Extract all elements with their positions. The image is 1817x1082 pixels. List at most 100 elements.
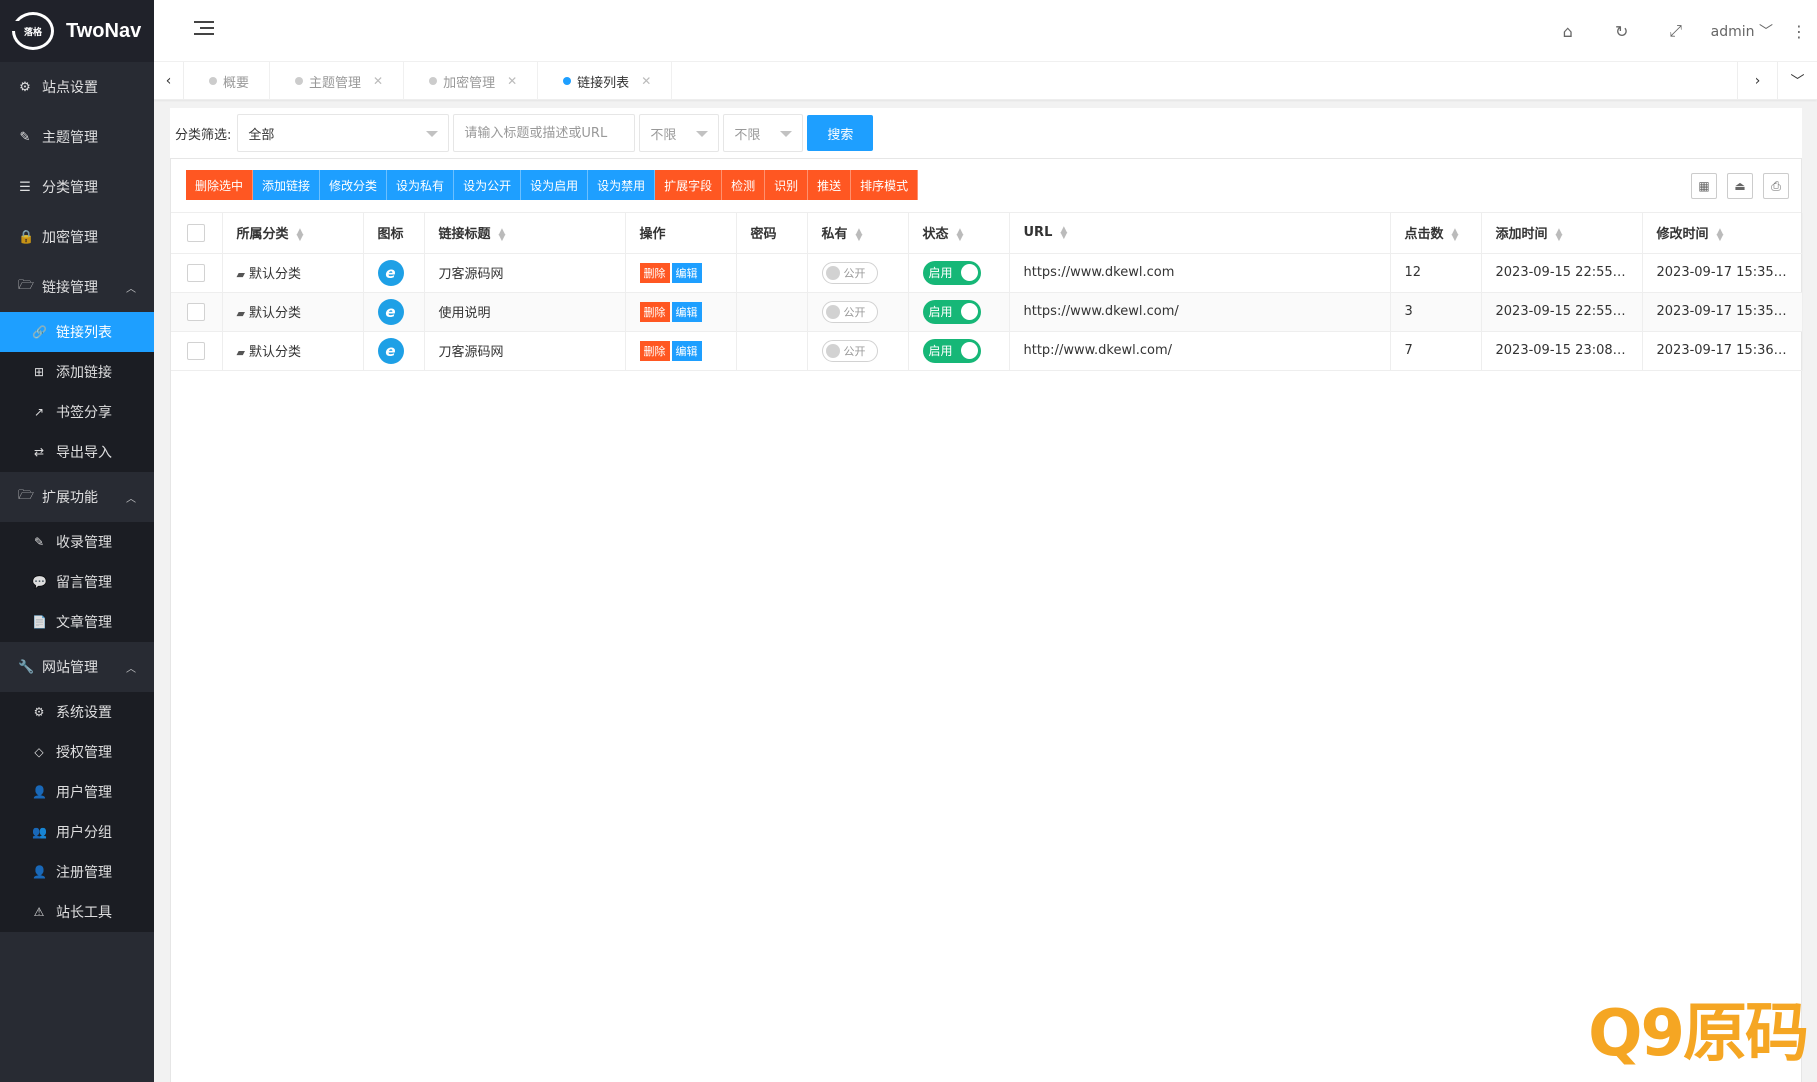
- user-menu[interactable]: admin ﹀: [1711, 21, 1773, 41]
- sidebar-item-license[interactable]: ◇ 授权管理: [0, 732, 154, 772]
- menu-toggle-icon[interactable]: [194, 21, 214, 39]
- logo[interactable]: 落格 TwoNav: [0, 0, 154, 62]
- change-category-button[interactable]: 修改分类: [320, 170, 388, 200]
- sidebar-item-webmaster-tools[interactable]: ⚠ 站长工具: [0, 892, 154, 932]
- clicks-cell: 12: [1390, 253, 1482, 293]
- row-delete-button[interactable]: 删除: [639, 262, 670, 283]
- sidebar-item-user-groups[interactable]: 👥 用户分组: [0, 812, 154, 852]
- tab-overview[interactable]: 概要: [184, 62, 271, 100]
- identify-button[interactable]: 识别: [765, 170, 809, 200]
- sidebar-item-import-export[interactable]: ⇄ 导出导入: [0, 432, 154, 472]
- col-category[interactable]: 所属分类 ▲ ▼: [222, 213, 364, 254]
- col-actions: 操作: [625, 213, 737, 254]
- tabs-scroll-right-icon[interactable]: ›: [1737, 62, 1777, 100]
- private-toggle[interactable]: 公开: [821, 261, 878, 284]
- row-edit-button[interactable]: 编辑: [671, 301, 702, 322]
- home-icon[interactable]: ⌂: [1541, 22, 1595, 41]
- sidebar-item-articles[interactable]: 📄 文章管理: [0, 602, 154, 642]
- delete-selected-button[interactable]: 删除选中: [186, 170, 254, 200]
- row-checkbox[interactable]: [187, 263, 206, 282]
- check-button[interactable]: 检测: [722, 170, 766, 200]
- sidebar-item-collect[interactable]: ✎ 收录管理: [0, 522, 154, 562]
- clicks-text: 3: [1404, 304, 1413, 319]
- filter-select-2[interactable]: 不限: [639, 114, 720, 152]
- category-select[interactable]: 全部: [237, 114, 450, 152]
- sidebar-item-messages[interactable]: 💬 留言管理: [0, 562, 154, 602]
- search-button[interactable]: 搜索: [807, 115, 874, 151]
- col-modified-time[interactable]: 修改时间 ▲ ▼: [1642, 213, 1803, 254]
- sort-icon[interactable]: ▲ ▼: [1717, 227, 1724, 242]
- set-public-button[interactable]: 设为公开: [454, 170, 522, 200]
- category-text: 默认分类: [248, 267, 301, 282]
- sidebar-item-system-settings[interactable]: ⚙ 系统设置: [0, 692, 154, 732]
- url-cell: http://www.dkewl.com/: [1009, 331, 1391, 371]
- sidebar-item-encrypt[interactable]: 🔒 加密管理: [0, 212, 154, 262]
- sort-icon[interactable]: ▲ ▼: [1452, 227, 1459, 242]
- tab-link-list[interactable]: 链接列表 ✕: [538, 62, 673, 100]
- sort-icon[interactable]: ▲ ▼: [1060, 225, 1067, 240]
- sidebar-group-links[interactable]: 🗁 链接管理 ︿: [0, 262, 154, 312]
- sort-icon[interactable]: ▲ ▼: [957, 227, 964, 242]
- close-icon[interactable]: ✕: [507, 74, 517, 88]
- col-label: 链接标题: [438, 227, 491, 243]
- more-vertical-icon[interactable]: ⋮: [1791, 22, 1807, 41]
- sidebar-item-link-list[interactable]: 🔗 链接列表: [0, 312, 154, 352]
- sidebar-item-users[interactable]: 👤 用户管理: [0, 772, 154, 812]
- status-toggle[interactable]: 启用: [922, 299, 981, 324]
- sort-icon[interactable]: ▲ ▼: [499, 227, 506, 242]
- select-all-checkbox[interactable]: [187, 223, 206, 242]
- sidebar-item-theme[interactable]: ✎ 主题管理: [0, 112, 154, 162]
- col-added-time[interactable]: 添加时间 ▲ ▼: [1481, 213, 1643, 254]
- actions-cell: 删除 编辑: [625, 253, 737, 293]
- search-input[interactable]: [453, 114, 636, 152]
- private-toggle[interactable]: 公开: [821, 339, 878, 362]
- tabs-scroll-left-icon[interactable]: ‹: [154, 62, 184, 100]
- row-delete-button[interactable]: 删除: [639, 301, 670, 322]
- status-toggle[interactable]: 启用: [922, 338, 981, 363]
- sidebar-item-site-settings[interactable]: ⚙ 站点设置: [0, 62, 154, 112]
- close-icon[interactable]: ✕: [373, 74, 383, 88]
- col-url[interactable]: URL ▲ ▼: [1009, 213, 1391, 254]
- col-private[interactable]: 私有 ▲ ▼: [807, 213, 909, 254]
- sidebar-item-category[interactable]: ☰ 分类管理: [0, 162, 154, 212]
- chevron-down-icon[interactable]: ﹀: [1777, 62, 1817, 100]
- add-link-button[interactable]: 添加链接: [253, 170, 321, 200]
- export-icon[interactable]: ⏏: [1727, 173, 1753, 199]
- sort-icon[interactable]: ▲ ▼: [1556, 227, 1563, 242]
- set-enabled-button[interactable]: 设为启用: [521, 170, 589, 200]
- refresh-icon[interactable]: ↻: [1595, 22, 1649, 41]
- extend-fields-button[interactable]: 扩展字段: [655, 170, 723, 200]
- sidebar-group-extensions[interactable]: 🗁 扩展功能 ︿: [0, 472, 154, 522]
- col-clicks[interactable]: 点击数 ▲ ▼: [1390, 213, 1482, 254]
- row-checkbox[interactable]: [187, 302, 206, 321]
- sort-mode-button[interactable]: 排序模式: [851, 170, 919, 200]
- sidebar-item-registration[interactable]: 👤 注册管理: [0, 852, 154, 892]
- sidebar-item-label: 加密管理: [42, 230, 98, 246]
- sort-icon[interactable]: ▲ ▼: [297, 227, 304, 242]
- logo-icon: 落格: [10, 12, 54, 50]
- print-icon[interactable]: ⎙: [1763, 173, 1789, 199]
- row-edit-button[interactable]: 编辑: [671, 262, 702, 283]
- sort-icon[interactable]: ▲ ▼: [856, 227, 863, 242]
- clicks-cell: 3: [1390, 292, 1482, 332]
- private-toggle[interactable]: 公开: [821, 300, 878, 323]
- row-checkbox[interactable]: [187, 341, 206, 360]
- sidebar-item-bookmark-share[interactable]: ↗ 书签分享: [0, 392, 154, 432]
- close-icon[interactable]: ✕: [641, 74, 651, 88]
- col-title[interactable]: 链接标题 ▲ ▼: [424, 213, 626, 254]
- set-disabled-button[interactable]: 设为禁用: [588, 170, 656, 200]
- row-delete-button[interactable]: 删除: [639, 340, 670, 361]
- push-button[interactable]: 推送: [808, 170, 852, 200]
- sidebar-item-add-link[interactable]: ⊞ 添加链接: [0, 352, 154, 392]
- tab-encrypt[interactable]: 加密管理 ✕: [404, 62, 539, 100]
- status-toggle[interactable]: 启用: [922, 260, 981, 285]
- caret-down-icon: [780, 131, 793, 137]
- col-status[interactable]: 状态 ▲ ▼: [908, 213, 1010, 254]
- set-private-button[interactable]: 设为私有: [387, 170, 455, 200]
- filter-select-3[interactable]: 不限: [723, 114, 804, 152]
- fullscreen-icon[interactable]: ⤢: [1649, 21, 1703, 41]
- row-edit-button[interactable]: 编辑: [671, 340, 702, 361]
- columns-icon[interactable]: ▦: [1691, 173, 1717, 199]
- sidebar-group-site[interactable]: 🔧 网站管理 ︿: [0, 642, 154, 692]
- tab-theme[interactable]: 主题管理 ✕: [270, 62, 405, 100]
